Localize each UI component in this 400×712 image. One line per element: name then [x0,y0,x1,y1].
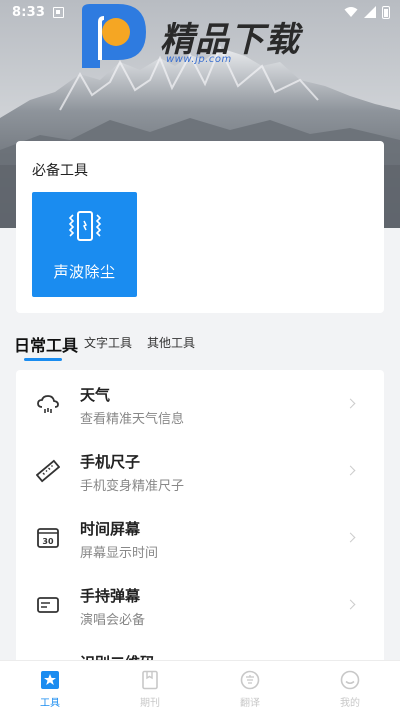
tab-daily-tools[interactable]: 日常工具 [14,332,78,356]
watermark-url-text: www.jp.com [166,54,232,65]
essential-tools-title: 必备工具 [32,163,88,179]
tab-text-tools[interactable]: 文字工具 [84,334,132,351]
sonic-dust-removal-tile[interactable]: 声波除尘 [32,192,137,297]
nav-label: 我的 [340,698,360,709]
battery-icon [382,5,390,19]
list-item-title: 天气 [80,386,111,404]
category-tabs: 日常工具 文字工具 其他工具 [0,330,400,364]
list-item-subtitle: 屏幕显示时间 [80,546,159,561]
list-item-subtitle: 查看精准天气信息 [80,412,185,427]
active-tab-indicator [24,358,62,361]
tile-label: 声波除尘 [53,263,116,281]
list-item-title: 手机尺子 [80,453,141,471]
list-item-title: 手持弹幕 [80,587,141,605]
phone-vibrate-icon [68,211,101,241]
status-bar: 8:33 [0,0,400,24]
barrage-icon [37,597,59,613]
chevron-right-icon [345,599,356,610]
tools-icon [41,671,59,689]
nav-label: 工具 [40,698,60,709]
chevron-right-icon [345,532,356,543]
clock-screen-icon: 30 [37,528,59,548]
list-item-subtitle: 手机变身精准尺子 [80,479,185,494]
translate-icon [240,670,260,690]
list-item-weather[interactable]: 天气 查看精准天气信息 [16,370,384,437]
nav-profile[interactable]: 我的 [300,661,400,712]
weather-icon [37,395,59,413]
list-item-ruler[interactable]: 手机尺子 手机变身精准尺子 [16,437,384,504]
notification-icon [53,6,65,18]
ruler-icon [36,459,60,483]
list-item-handheld-barrage[interactable]: 手持弹幕 演唱会必备 [16,571,384,638]
tool-list: 天气 查看精准天气信息 手机尺子 手机变身精准尺子 30 时间屏幕 屏幕显示时间… [16,370,384,670]
svg-text:30: 30 [42,537,54,546]
wifi-icon [344,7,358,17]
nav-label: 翻译 [240,698,260,709]
nav-tools[interactable]: 工具 [0,661,100,712]
list-item-subtitle: 演唱会必备 [80,613,146,628]
profile-icon [340,670,360,690]
list-item-title: 时间屏幕 [80,520,141,538]
signal-icon [364,6,376,18]
nav-journal[interactable]: 期刊 [100,661,200,712]
chevron-right-icon [345,398,356,409]
nav-label: 期刊 [140,698,160,709]
chevron-right-icon [345,465,356,476]
nav-translate[interactable]: 翻译 [200,661,300,712]
essential-tools-card: 必备工具 声波除尘 [16,141,384,313]
journal-icon [142,670,158,690]
status-time: 8:33 [12,4,46,20]
bottom-navigation: 工具 期刊 翻译 我的 [0,660,400,712]
list-item-time-screen[interactable]: 30 时间屏幕 屏幕显示时间 [16,504,384,571]
tab-other-tools[interactable]: 其他工具 [147,334,195,351]
